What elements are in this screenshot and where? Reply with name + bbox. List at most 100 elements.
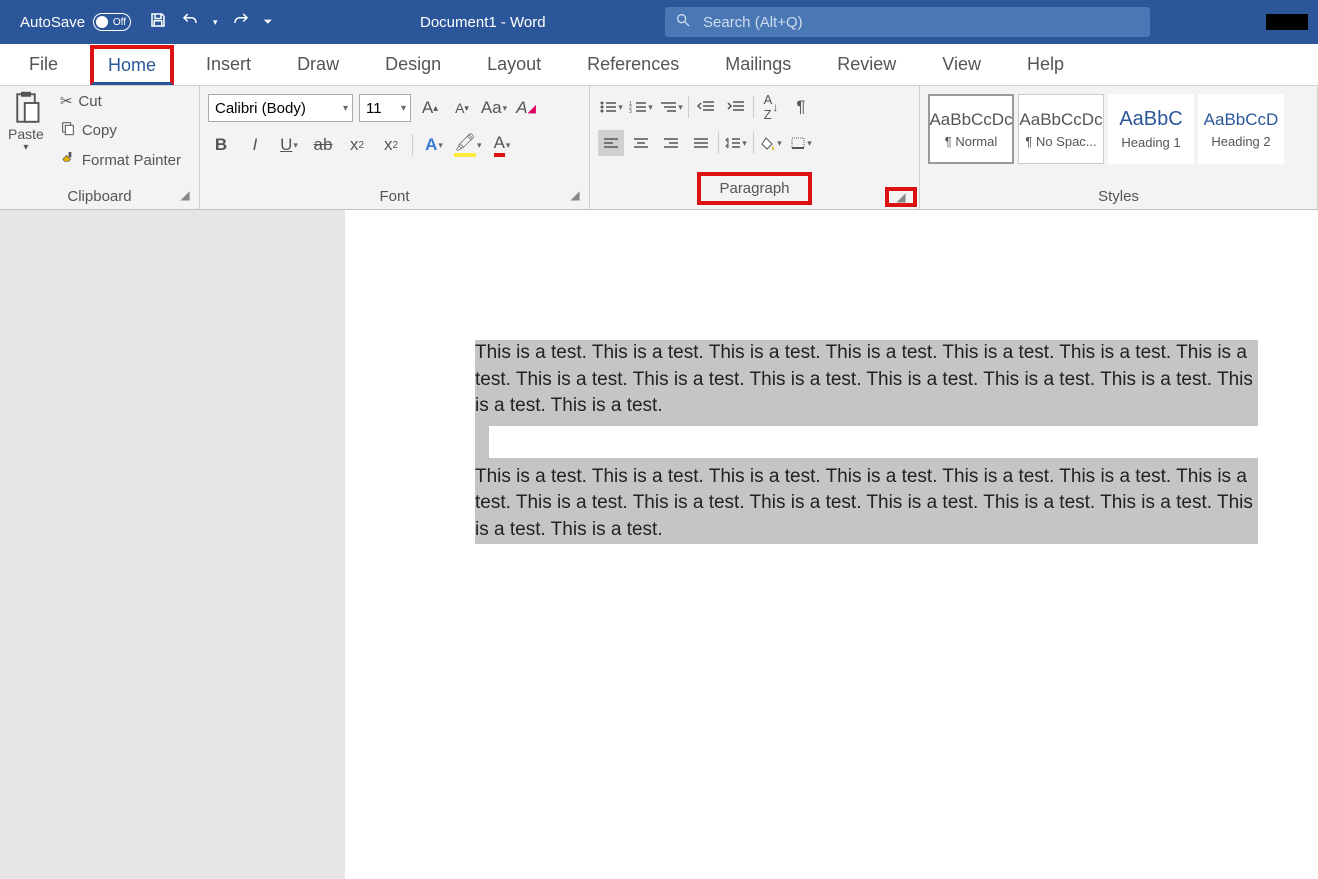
tab-insert[interactable]: Insert: [192, 48, 265, 81]
superscript-button[interactable]: x2: [378, 132, 404, 158]
quick-access-toolbar: ▾ ⏷: [149, 11, 272, 33]
autosave-toggle[interactable]: AutoSave Off: [20, 13, 131, 31]
undo-icon[interactable]: [181, 11, 199, 33]
copy-label: Copy: [82, 122, 117, 139]
clear-formatting-button[interactable]: A◢: [513, 95, 539, 121]
sort-button[interactable]: AZ↓: [758, 94, 784, 120]
show-paragraph-marks-button[interactable]: ¶: [788, 94, 814, 120]
clipboard-launcher[interactable]: ◢: [177, 187, 193, 203]
bold-button[interactable]: B: [208, 132, 234, 158]
justify-button[interactable]: [688, 130, 714, 156]
separator: [688, 96, 689, 118]
selected-blank-line[interactable]: [475, 420, 1258, 464]
style-no-spacing[interactable]: AaBbCcDc ¶ No Spac...: [1018, 94, 1104, 164]
paste-label: Paste: [8, 126, 44, 142]
underline-button[interactable]: U: [276, 132, 302, 158]
align-center-button[interactable]: [628, 130, 654, 156]
change-case-button[interactable]: Aa: [481, 95, 507, 121]
style-heading2[interactable]: AaBbCcD Heading 2: [1198, 94, 1284, 164]
paste-button[interactable]: Paste ▾: [8, 90, 44, 153]
style-preview: AaBbCcDc: [929, 110, 1012, 130]
style-preview: AaBbCcDc: [1019, 110, 1102, 130]
style-name: ¶ Normal: [945, 134, 998, 149]
selected-paragraph-1[interactable]: This is a test. This is a test. This is …: [475, 340, 1258, 420]
brush-icon: [60, 150, 76, 170]
document-page[interactable]: This is a test. This is a test. This is …: [345, 210, 1318, 879]
scissors-icon: ✂: [60, 92, 73, 110]
styles-gallery[interactable]: AaBbCcDc ¶ Normal AaBbCcDc ¶ No Spac... …: [928, 94, 1284, 164]
selected-paragraph-2[interactable]: This is a test. This is a test. This is …: [475, 464, 1258, 544]
style-name: Heading 2: [1211, 134, 1270, 149]
tab-layout[interactable]: Layout: [473, 48, 555, 81]
shading-button[interactable]: [758, 130, 784, 156]
font-name-value: Calibri (Body): [215, 100, 306, 117]
style-name: Heading 1: [1121, 135, 1180, 150]
font-color-button[interactable]: A: [489, 132, 515, 158]
multilevel-list-button[interactable]: [658, 94, 684, 120]
paragraph-group-label: Paragraph: [598, 172, 911, 209]
font-launcher[interactable]: ◢: [567, 187, 583, 203]
svg-text:3: 3: [629, 109, 632, 114]
qat-customize-icon[interactable]: ⏷: [264, 16, 273, 29]
align-left-button[interactable]: [598, 130, 624, 156]
font-name-select[interactable]: Calibri (Body) ▾: [208, 94, 353, 122]
style-preview: AaBbC: [1119, 108, 1182, 131]
search-placeholder: Search (Alt+Q): [703, 14, 803, 31]
numbering-button[interactable]: 123: [628, 94, 654, 120]
separator: [412, 134, 413, 156]
tab-help[interactable]: Help: [1013, 48, 1078, 81]
format-painter-label: Format Painter: [82, 152, 181, 169]
tab-design[interactable]: Design: [371, 48, 455, 81]
paragraph-launcher[interactable]: ◢: [885, 187, 917, 207]
document-content[interactable]: This is a test. This is a test. This is …: [345, 210, 1318, 544]
decrease-indent-button[interactable]: [693, 94, 719, 120]
search-icon: [675, 12, 691, 32]
decrease-font-button[interactable]: A▾: [449, 95, 475, 121]
increase-font-button[interactable]: A▴: [417, 95, 443, 121]
subscript-button[interactable]: x2: [344, 132, 370, 158]
style-heading1[interactable]: AaBbC Heading 1: [1108, 94, 1194, 164]
autosave-label: AutoSave: [20, 14, 85, 31]
search-box[interactable]: Search (Alt+Q): [665, 7, 1150, 37]
ribbon-tabs: File Home Insert Draw Design Layout Refe…: [0, 44, 1318, 86]
bullets-button[interactable]: [598, 94, 624, 120]
font-size-select[interactable]: 11 ▾: [359, 94, 411, 122]
copy-button[interactable]: Copy: [56, 118, 185, 142]
paste-dropdown-icon[interactable]: ▾: [23, 142, 28, 153]
document-title: Document1 - Word: [420, 14, 546, 31]
blank-line: [489, 426, 1259, 458]
toggle-switch[interactable]: Off: [93, 13, 131, 31]
redo-icon[interactable]: [232, 11, 250, 33]
tab-review[interactable]: Review: [823, 48, 910, 81]
styles-group-label: Styles: [928, 188, 1309, 209]
italic-button[interactable]: I: [242, 132, 268, 158]
tab-draw[interactable]: Draw: [283, 48, 353, 81]
format-painter-button[interactable]: Format Painter: [56, 148, 185, 172]
undo-dropdown-icon[interactable]: ▾: [213, 17, 218, 28]
tab-view[interactable]: View: [928, 48, 995, 81]
separator: [718, 132, 719, 154]
cut-label: Cut: [78, 93, 101, 110]
style-normal[interactable]: AaBbCcDc ¶ Normal: [928, 94, 1014, 164]
chevron-down-icon: ▾: [401, 103, 410, 114]
font-group: Calibri (Body) ▾ 11 ▾ A▴ A▾ Aa A◢ B I U …: [200, 86, 590, 209]
clipboard-group-label: Clipboard: [8, 188, 191, 209]
tab-home[interactable]: Home: [90, 45, 174, 85]
strikethrough-button[interactable]: ab: [310, 132, 336, 158]
increase-indent-button[interactable]: [723, 94, 749, 120]
highlight-button[interactable]: 🖍: [455, 132, 481, 158]
text-effects-button[interactable]: A: [421, 132, 447, 158]
tab-references[interactable]: References: [573, 48, 693, 81]
tab-mailings[interactable]: Mailings: [711, 48, 805, 81]
align-right-button[interactable]: [658, 130, 684, 156]
line-spacing-button[interactable]: [723, 130, 749, 156]
borders-button[interactable]: [788, 130, 814, 156]
copy-icon: [60, 120, 76, 140]
separator: [753, 96, 754, 118]
save-icon[interactable]: [149, 11, 167, 33]
styles-group: AaBbCcDc ¶ Normal AaBbCcDc ¶ No Spac... …: [920, 86, 1318, 209]
cut-button[interactable]: ✂ Cut: [56, 90, 185, 112]
tab-file[interactable]: File: [15, 48, 72, 81]
font-group-label: Font: [208, 188, 581, 209]
paragraph-group: 123 AZ↓ ¶ Paragraph: [590, 86, 920, 209]
